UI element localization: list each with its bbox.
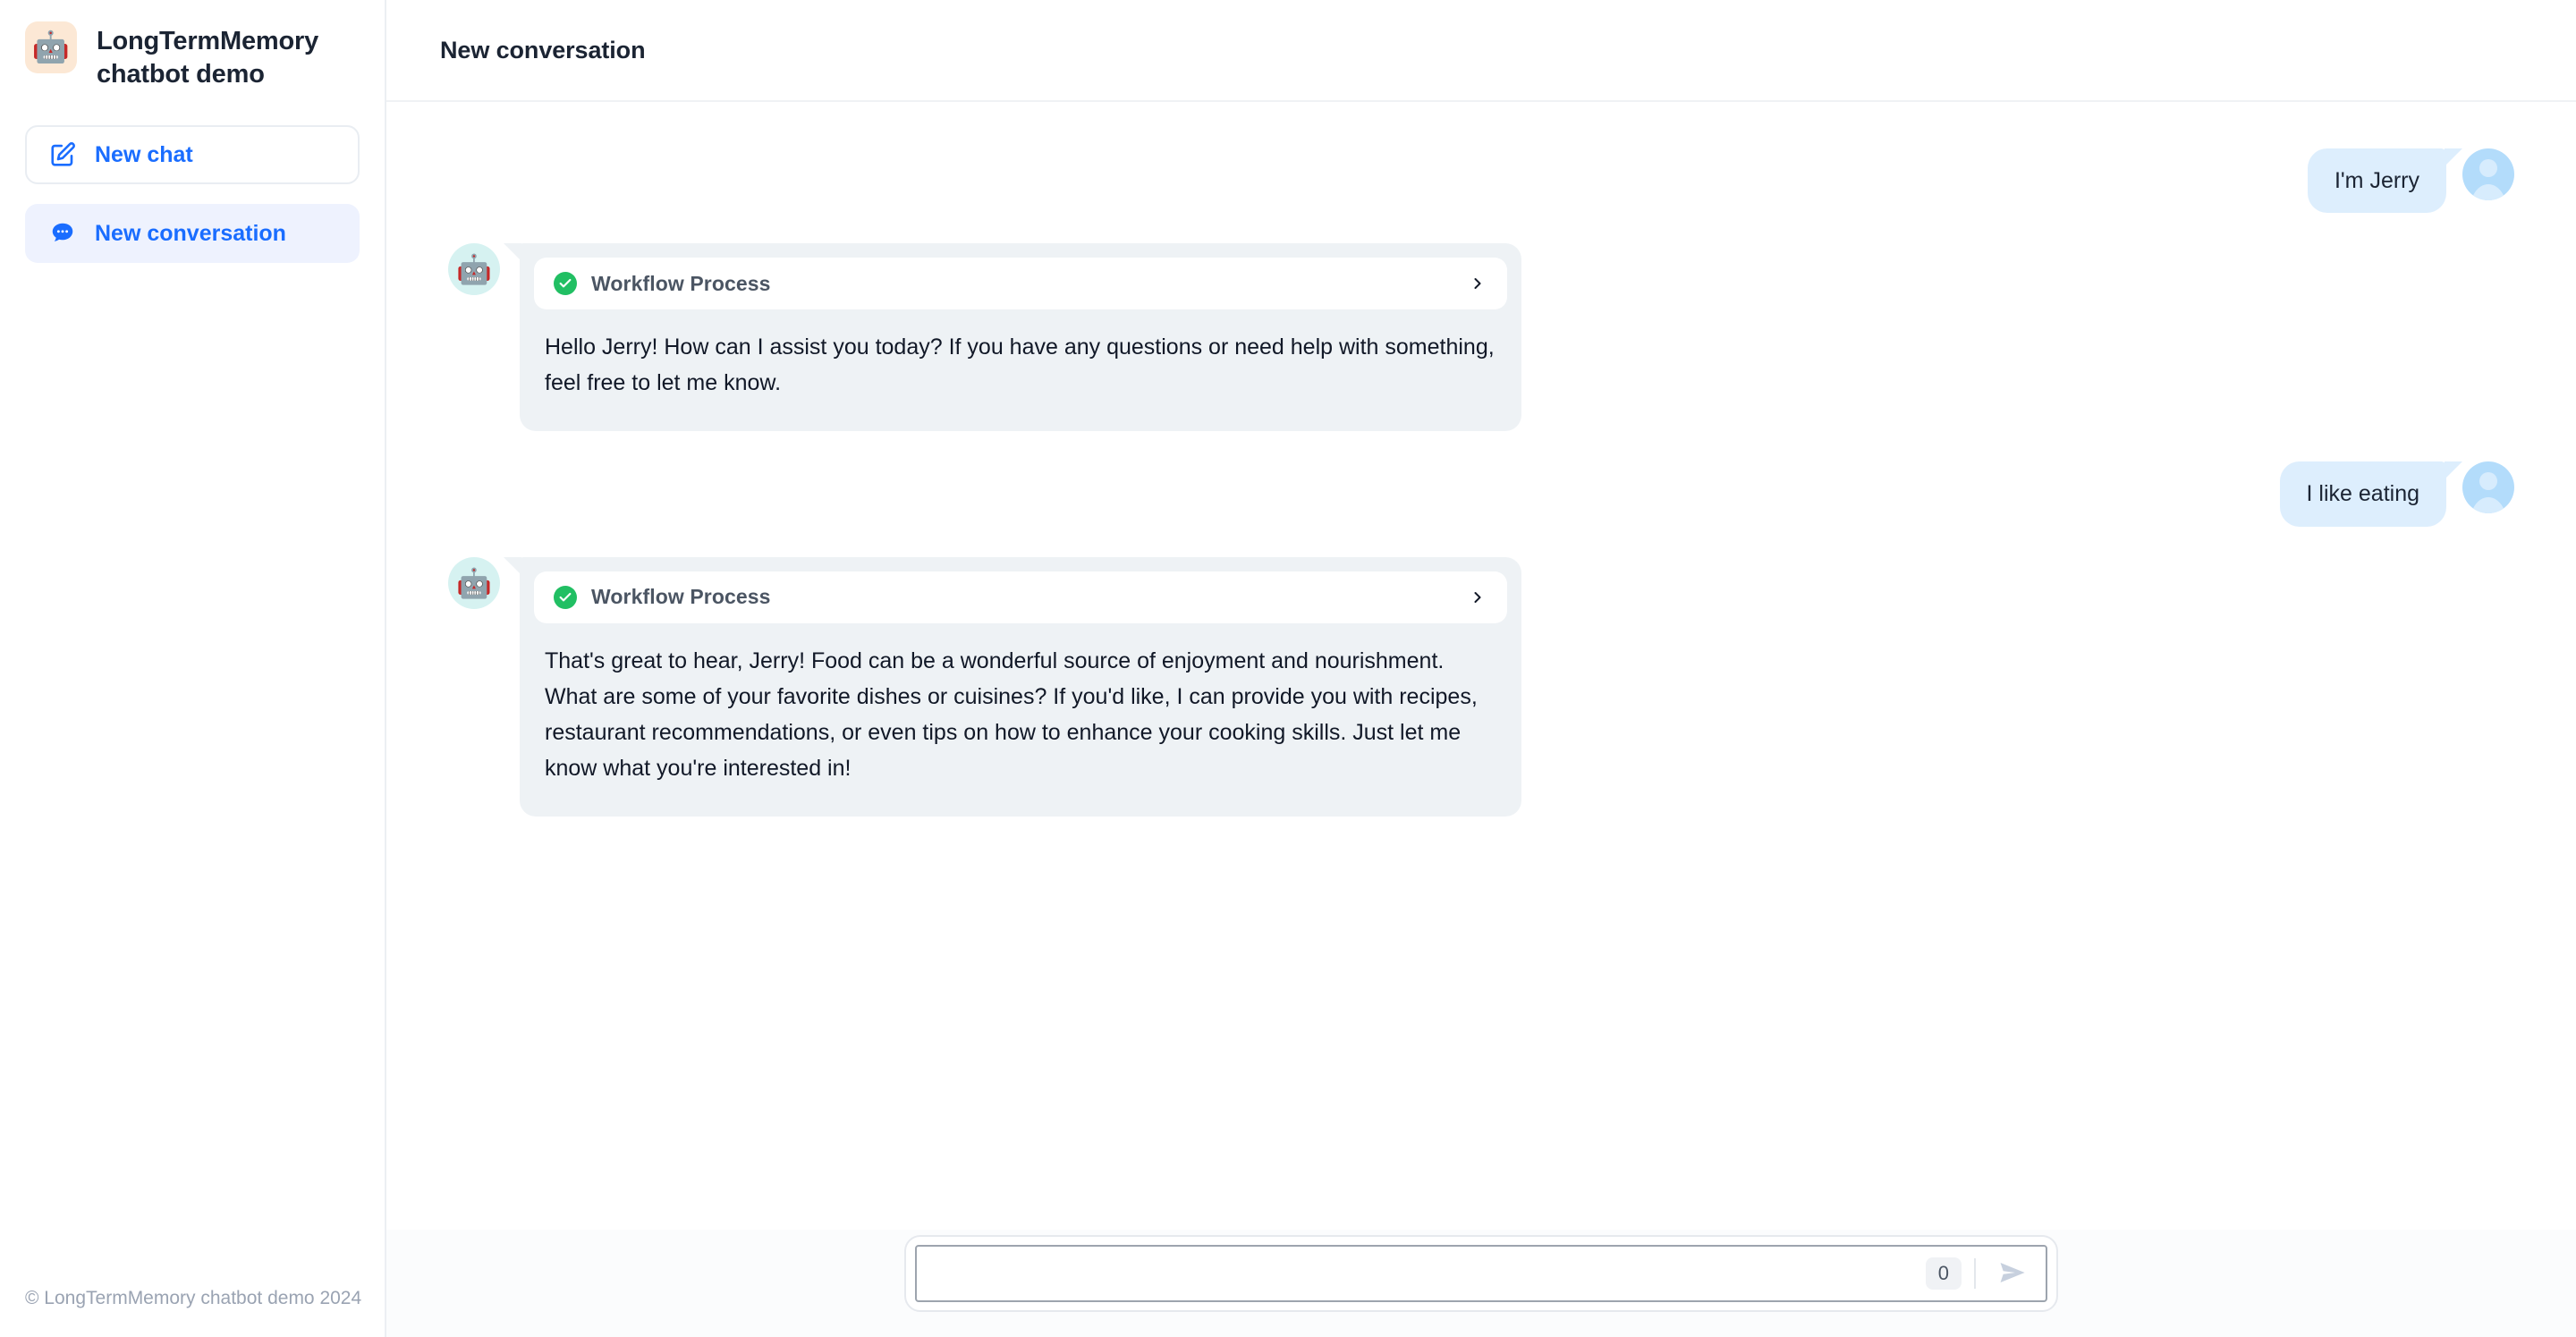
bot-message-bubble: Workflow Process Hello Jerry! How can I …	[504, 243, 1521, 432]
composer-shell: 0	[904, 1235, 2058, 1312]
message-list[interactable]: I'm Jerry 🤖 Workflow Process Hello Jerry…	[386, 102, 2576, 1230]
sidebar-footer-copyright: © LongTermMemory chatbot demo 2024	[25, 1288, 362, 1309]
message-row-bot: 🤖 Workflow Process	[448, 556, 2514, 817]
robot-emoji-glyph: 🤖	[31, 30, 71, 64]
app-title: LongTermMemory chatbot demo	[97, 27, 319, 89]
message-input[interactable]	[933, 1247, 1913, 1300]
green-check-circle-icon	[554, 272, 577, 296]
character-counter: 0	[1925, 1257, 1962, 1290]
message-row-user: I like eating	[448, 461, 2514, 527]
app-root: 🤖 LongTermMemory chatbot demo New chat N…	[0, 0, 2576, 1337]
user-avatar-icon	[2462, 461, 2514, 514]
green-check-circle-icon	[554, 585, 577, 609]
robot-emoji-logo-icon: 🤖	[25, 21, 77, 73]
brand: 🤖 LongTermMemory chatbot demo	[0, 0, 385, 91]
sidebar-item-new-conversation[interactable]: New conversation	[25, 204, 360, 264]
user-avatar-icon	[2462, 148, 2514, 200]
workflow-process-label: Workflow Process	[591, 271, 771, 295]
workflow-process-bar[interactable]: Workflow Process	[534, 258, 1507, 310]
send-button[interactable]	[1988, 1249, 2037, 1298]
robot-emoji-avatar-icon: 🤖	[448, 556, 500, 609]
compose-edit-icon	[48, 140, 77, 169]
user-message-bubble: I like eating	[2279, 461, 2463, 527]
message-row-bot: 🤖 Workflow Process	[448, 243, 2514, 432]
robot-emoji-glyph: 🤖	[456, 253, 492, 286]
composer-divider	[1974, 1258, 1976, 1289]
workflow-process-label: Workflow Process	[591, 585, 771, 608]
user-message-bubble: I'm Jerry	[2307, 148, 2463, 214]
conversation-header: New conversation	[386, 0, 2576, 102]
new-chat-label: New chat	[95, 141, 193, 167]
new-chat-button[interactable]: New chat	[25, 125, 360, 185]
sidebar-actions: New chat New conversation	[0, 91, 385, 264]
composer-field[interactable]: 0	[915, 1245, 2047, 1302]
send-paper-plane-icon	[1997, 1257, 2028, 1290]
bot-message-text: That's great to hear, Jerry! Food can be…	[545, 647, 1484, 781]
robot-emoji-avatar-icon: 🤖	[448, 243, 500, 296]
page-title: New conversation	[440, 36, 646, 63]
chevron-right-icon[interactable]	[1468, 588, 1487, 607]
chat-bubble-dots-icon	[48, 219, 77, 248]
composer-dock: 0	[386, 1230, 2576, 1337]
bot-message-text: Hello Jerry! How can I assist you today?…	[545, 334, 1501, 396]
robot-emoji-glyph: 🤖	[456, 566, 492, 599]
main-panel: New conversation I'm Jerry 🤖 Workflow Pr…	[386, 0, 2576, 1337]
message-row-user: I'm Jerry	[448, 148, 2514, 214]
sidebar: 🤖 LongTermMemory chatbot demo New chat N…	[0, 0, 386, 1337]
workflow-process-bar[interactable]: Workflow Process	[534, 571, 1507, 623]
bot-message-bubble: Workflow Process That's great to hear, J…	[504, 556, 1521, 817]
sidebar-item-label: New conversation	[95, 220, 286, 246]
chevron-right-icon[interactable]	[1468, 274, 1487, 293]
